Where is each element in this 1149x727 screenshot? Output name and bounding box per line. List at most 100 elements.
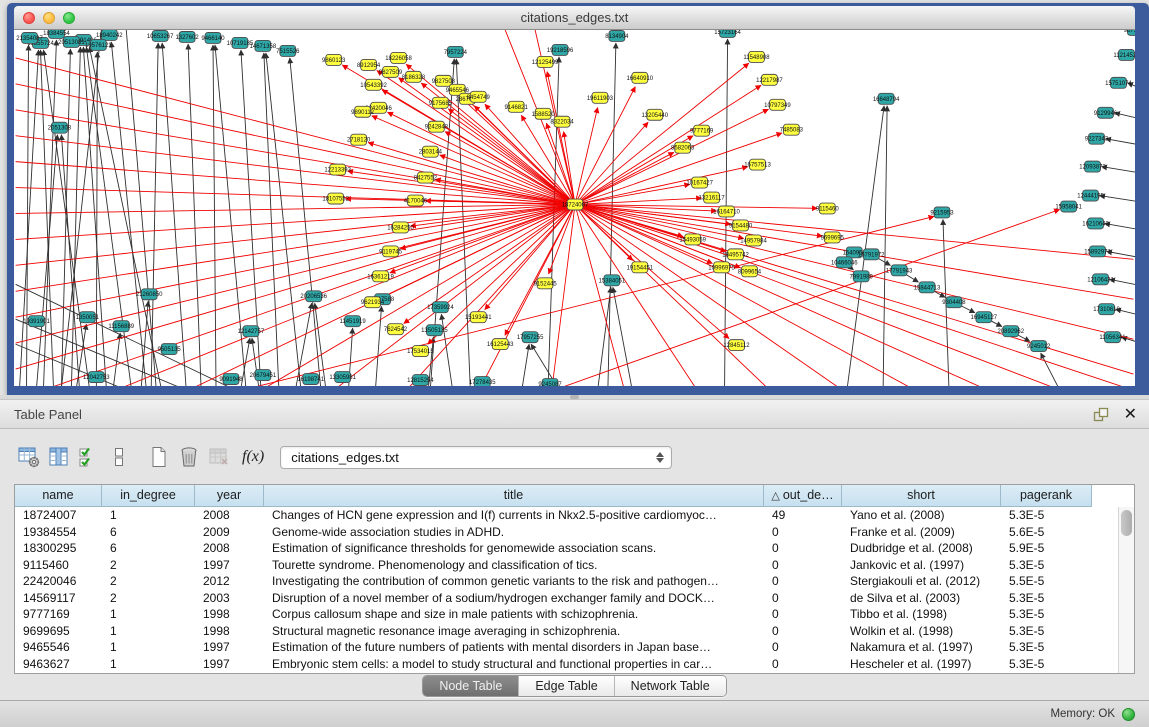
graph-node[interactable]: 11156889 xyxy=(108,321,134,332)
graph-node[interactable]: 8099654 xyxy=(738,266,762,277)
graph-node[interactable]: 15384051 xyxy=(599,275,626,286)
new-table-button[interactable] xyxy=(144,443,174,471)
graph-node[interactable]: 7991989 xyxy=(850,271,874,282)
graph-node[interactable]: 16164710 xyxy=(713,206,740,217)
table-row[interactable]: 1456911722003Disruption of a novel membe… xyxy=(15,590,1117,607)
column-header-year[interactable]: year xyxy=(195,485,264,507)
graph-node[interactable]: 9152445 xyxy=(533,278,557,289)
graph-node[interactable]: 2718120 xyxy=(347,134,371,145)
graph-node[interactable]: 8912954 xyxy=(357,59,381,70)
graph-node[interactable]: 9091948 xyxy=(219,374,243,385)
graph-node[interactable]: 15844713 xyxy=(914,282,941,293)
tab-edge-table[interactable]: Edge Table xyxy=(519,676,614,696)
graph-node[interactable]: 12845112 xyxy=(723,340,750,351)
graph-node[interactable]: 18107552 xyxy=(322,193,349,204)
graph-node[interactable]: 12093872 xyxy=(1079,161,1106,172)
column-chooser-button[interactable] xyxy=(44,443,74,471)
graph-node[interactable]: 9777169 xyxy=(690,125,714,136)
close-panel-icon[interactable]: ✕ xyxy=(1124,407,1137,423)
tab-network-table[interactable]: Network Table xyxy=(615,676,726,696)
graph-node[interactable]: 9175685 xyxy=(429,97,453,108)
graph-node[interactable]: 1327602 xyxy=(175,31,199,42)
network-window-titlebar[interactable]: citations_edges.txt xyxy=(14,6,1135,30)
table-row[interactable]: 969969511998Structural magnetic resonanc… xyxy=(15,623,1117,640)
graph-node[interactable]: 16210643 xyxy=(1082,218,1109,229)
table-row[interactable]: 946362711997Embryonic stem cells: a mode… xyxy=(15,656,1117,673)
graph-node[interactable]: 13205440 xyxy=(641,109,668,120)
graph-node[interactable]: 12106431 xyxy=(1087,274,1114,285)
graph-node[interactable]: 8582063 xyxy=(671,142,695,153)
graph-node[interactable]: 17310618 xyxy=(1093,304,1120,315)
graph-node[interactable]: 20892962 xyxy=(997,326,1024,337)
table-row[interactable]: 1872400712008Changes of HCN gene express… xyxy=(15,507,1117,524)
graph-node[interactable]: 10797349 xyxy=(764,99,791,110)
graph-node[interactable]: 12444195 xyxy=(1077,190,1104,201)
graph-node[interactable]: 10543392 xyxy=(360,79,387,90)
graph-node[interactable]: 9146821 xyxy=(505,101,529,112)
graph-node[interactable]: 9119745 xyxy=(379,246,402,257)
graph-node[interactable]: 17534015 xyxy=(407,346,434,357)
tab-node-table[interactable]: Node Table xyxy=(423,676,519,696)
graph-node[interactable]: 4170046 xyxy=(404,195,428,206)
row-height-button[interactable] xyxy=(104,443,134,471)
graph-node[interactable]: 9827509 xyxy=(379,66,403,77)
table-row[interactable]: 1938455462009Genome-wide association stu… xyxy=(15,524,1117,541)
graph-node[interactable]: 11214524 xyxy=(1113,49,1135,60)
graph-node[interactable]: 20679451 xyxy=(250,370,277,381)
close-window-button[interactable] xyxy=(23,12,35,24)
column-header-pagerank[interactable]: pagerank xyxy=(1001,485,1092,507)
graph-node[interactable]: 17278435 xyxy=(469,377,496,386)
graph-node[interactable]: 19611903 xyxy=(587,92,614,103)
graph-node[interactable]: 17791943 xyxy=(886,265,913,276)
graph-node[interactable]: 11451919 xyxy=(340,316,367,327)
delete-rows-button[interactable] xyxy=(174,443,204,471)
graph-node[interactable]: 12217987 xyxy=(756,74,783,85)
graph-node[interactable]: 7624542 xyxy=(384,324,408,335)
graph-node[interactable]: 9505135 xyxy=(158,344,182,355)
graph-node[interactable]: 19154451 xyxy=(627,262,654,273)
graph-node[interactable]: 9466140 xyxy=(201,32,225,43)
column-header-in_degree[interactable]: in_degree xyxy=(102,485,195,507)
graph-node[interactable]: 16640910 xyxy=(627,72,654,83)
column-header-short[interactable]: short xyxy=(842,485,1001,507)
graph-node[interactable]: 11056341 xyxy=(1099,332,1126,343)
graph-node[interactable]: 10167427 xyxy=(686,177,713,188)
graph-node[interactable]: 9215953 xyxy=(930,207,954,218)
delete-table-button[interactable] xyxy=(204,443,234,471)
graph-node[interactable]: 18940242 xyxy=(96,30,123,40)
graph-node[interactable]: 9245012 xyxy=(1027,341,1051,352)
graph-node[interactable]: 21354087 xyxy=(16,32,43,43)
graph-node[interactable]: 16648794 xyxy=(873,93,900,104)
graph-node[interactable]: 9242848 xyxy=(425,121,449,132)
graph-node[interactable]: 1350051 xyxy=(76,312,100,323)
table-row[interactable]: 2242004622012Investigating the contribut… xyxy=(15,573,1117,590)
graph-node[interactable]: 14671358 xyxy=(250,40,277,51)
graph-node[interactable]: 15193441 xyxy=(465,312,492,323)
column-header-title[interactable]: title xyxy=(264,485,764,507)
graph-node[interactable]: 15723164 xyxy=(714,30,741,37)
scrollbar-thumb[interactable] xyxy=(1121,510,1132,536)
table-vertical-scrollbar[interactable] xyxy=(1118,507,1134,673)
graph-node[interactable]: 15958041 xyxy=(1055,201,1082,212)
graph-node[interactable]: 13305981 xyxy=(329,372,356,383)
graph-node[interactable]: 13505135 xyxy=(421,325,448,336)
graph-node[interactable]: 9115460 xyxy=(816,203,839,214)
graph-node[interactable]: 9245087 xyxy=(538,379,562,386)
graph-node[interactable]: 15751074 xyxy=(1105,77,1132,88)
graph-node[interactable]: 21260850 xyxy=(136,289,163,300)
graph-node[interactable]: 8134904 xyxy=(605,30,629,41)
graph-node[interactable]: 12125499 xyxy=(532,56,559,67)
minimize-window-button[interactable] xyxy=(43,12,55,24)
graph-node[interactable]: 10996975 xyxy=(708,262,735,273)
graph-node[interactable]: 16757513 xyxy=(744,159,771,170)
column-header-name[interactable]: name xyxy=(15,485,102,507)
table-settings-button[interactable] xyxy=(14,443,44,471)
graph-node[interactable]: 8322034 xyxy=(550,116,574,127)
graph-node[interactable]: 7485083 xyxy=(780,124,804,135)
column-header-out_degree[interactable]: △out_de… xyxy=(764,485,842,507)
graph-node[interactable]: 12815254 xyxy=(407,375,434,386)
graph-node[interactable]: 9227343 xyxy=(1085,133,1109,144)
table-row[interactable]: 977716911998Corpus callosum shape and si… xyxy=(15,606,1117,623)
function-builder-button[interactable]: f(x) xyxy=(242,448,264,466)
float-panel-button[interactable] xyxy=(1093,407,1110,422)
